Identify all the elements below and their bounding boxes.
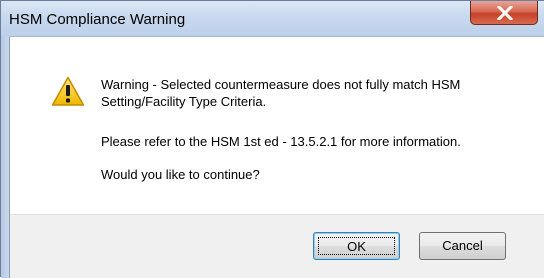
warning-icon — [51, 76, 85, 112]
close-button[interactable] — [470, 1, 538, 25]
ok-button[interactable]: OK — [313, 232, 400, 260]
dialog-window: HSM Compliance Warning Warning - Selecte… — [0, 0, 544, 278]
continue-question: Would you like to continue? — [101, 167, 260, 182]
title-bar[interactable]: HSM Compliance Warning — [1, 1, 544, 36]
close-icon — [497, 6, 513, 20]
cancel-button[interactable]: Cancel — [419, 232, 506, 260]
window-frame-left — [1, 36, 9, 278]
reference-message: Please refer to the HSM 1st ed - 13.5.2.… — [101, 134, 461, 149]
ok-button-label: OK — [318, 237, 395, 255]
window-title: HSM Compliance Warning — [9, 11, 186, 28]
button-bar: OK Cancel — [10, 214, 544, 278]
warning-message: Warning - Selected countermeasure does n… — [101, 77, 461, 109]
